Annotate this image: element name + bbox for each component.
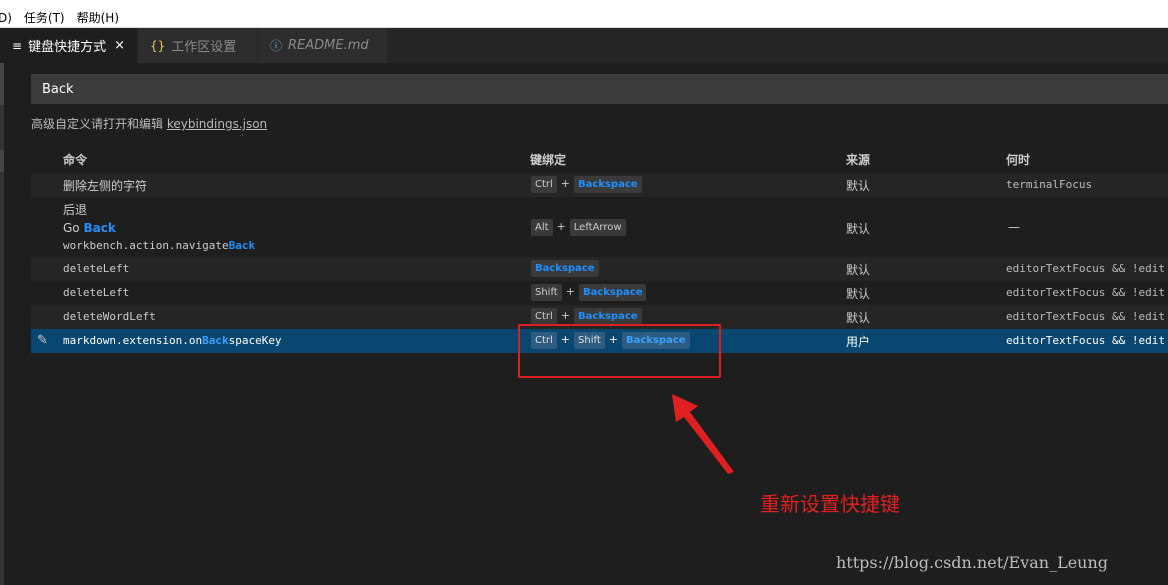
tab-label: 键盘快捷方式	[28, 40, 107, 55]
when-cell: terminalFocus	[1006, 178, 1093, 191]
when-cell: —	[1008, 220, 1020, 234]
key-chip: Ctrl	[531, 308, 557, 325]
table-header: 命令 键绑定 来源 何时	[31, 147, 1168, 169]
command-subtitle: Go Back	[63, 221, 116, 235]
source-cell: 默认	[846, 311, 871, 325]
top-strip	[0, 0, 1168, 8]
column-command[interactable]: 命令	[63, 151, 87, 168]
when-cell: editorTextFocus && !edit	[1006, 334, 1165, 347]
keybinding-cell: Alt + LeftArrow	[531, 219, 626, 236]
menu-item-help[interactable]: 帮助(H)	[77, 9, 119, 26]
tab-label: 工作区设置	[171, 40, 237, 55]
keybinding-cell: Ctrl + Backspace	[531, 176, 642, 193]
key-chip: Shift	[531, 284, 562, 301]
key-chip: Backspace	[574, 176, 642, 193]
key-chip: Ctrl	[531, 176, 557, 193]
table-row[interactable]: deleteLeft Shift + Backspace 默认 editorText…	[31, 281, 1168, 305]
command-title: 后退	[63, 203, 88, 217]
annotation-arrow-icon	[672, 394, 734, 474]
hint-text: 高级自定义请打开和编辑 keybindings.json	[31, 117, 268, 131]
column-when[interactable]: 何时	[1006, 151, 1030, 168]
source-cell: 用户	[846, 335, 871, 349]
table-row[interactable]: 删除左侧的字符 Ctrl + Backspace 默认 terminalFocus	[31, 173, 1168, 197]
table-row[interactable]: deleteLeft Backspace 默认 editorTextFocus …	[31, 257, 1168, 281]
tab-workspace-settings[interactable]: {} 工作区设置	[137, 28, 258, 63]
source-cell: 默认	[846, 179, 871, 193]
source-cell: 默认	[846, 263, 871, 277]
key-chip: Backspace	[531, 260, 599, 277]
column-source[interactable]: 来源	[846, 151, 870, 168]
command-cell: deleteLeft	[63, 262, 130, 275]
info-icon: ⓘ	[269, 39, 282, 53]
pencil-icon[interactable]: ✎	[37, 333, 48, 348]
tab-readme[interactable]: ⓘ README.md	[257, 28, 388, 63]
when-cell: editorTextFocus && !edit	[1006, 262, 1165, 275]
highlight-box	[518, 324, 721, 378]
command-cell: 删除左侧的字符	[63, 179, 148, 193]
search-value: Back	[42, 81, 74, 97]
keybinding-cell: Ctrl + Backspace	[531, 308, 642, 325]
tab-label: README.md	[288, 38, 369, 53]
list-icon: ≡	[12, 38, 23, 53]
menu-bar: D) 任务(T) 帮助(H)	[0, 8, 1168, 28]
source-cell: 默认	[846, 222, 871, 236]
keybinding-cell: Shift + Backspace	[531, 284, 647, 301]
menu-item-view[interactable]: D)	[0, 11, 12, 25]
command-id: workbench.action.navigateBack	[63, 239, 256, 252]
menu-item-tasks[interactable]: 任务(T)	[24, 9, 65, 26]
command-cell: deleteWordLeft	[63, 310, 156, 323]
source-cell: 默认	[846, 287, 871, 301]
close-icon[interactable]: ×	[114, 38, 125, 53]
table-row[interactable]: 后退 Go Back workbench.action.navigateBack…	[31, 197, 1168, 257]
when-cell: editorTextFocus && !edit	[1006, 310, 1165, 323]
keybindings-json-link[interactable]: keybindings.json	[167, 117, 267, 131]
key-chip: Alt	[531, 219, 553, 236]
key-chip: Backspace	[574, 308, 642, 325]
when-cell: editorTextFocus && !edit	[1006, 286, 1165, 299]
keybinding-cell: Backspace	[531, 260, 599, 277]
tab-keyboard-shortcuts[interactable]: ≡ 键盘快捷方式 ×	[0, 28, 138, 63]
column-keybinding[interactable]: 键绑定	[530, 151, 566, 168]
annotation-text: 重新设置快捷键	[760, 492, 900, 516]
watermark: https://blog.csdn.net/Evan_Leung	[836, 553, 1109, 572]
key-chip: LeftArrow	[569, 219, 626, 236]
activity-bar	[0, 63, 4, 585]
command-cell: deleteLeft	[63, 286, 130, 299]
braces-icon: {}	[149, 38, 166, 53]
search-input[interactable]: Back	[31, 74, 1168, 104]
command-cell: markdown.extension.onBackspaceKey	[63, 334, 282, 347]
key-chip: Backspace	[578, 284, 647, 301]
tab-bar: ≡ 键盘快捷方式 × {} 工作区设置 ⓘ README.md	[0, 28, 1168, 63]
